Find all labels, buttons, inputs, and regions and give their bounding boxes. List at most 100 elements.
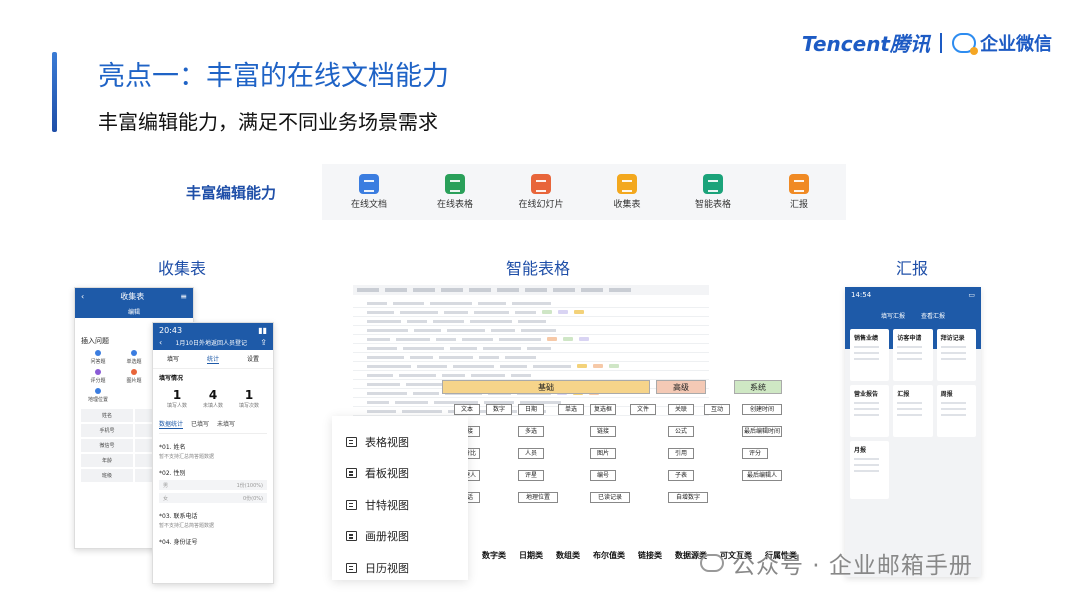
toolbar-button[interactable]	[441, 288, 463, 292]
field-type-chip[interactable]: 互动	[704, 404, 730, 415]
common-field-button[interactable]: 班级	[81, 469, 133, 482]
report-template-card[interactable]: 月报	[850, 441, 890, 499]
field-type-chip[interactable]: 评分	[742, 448, 768, 459]
table-row[interactable]	[353, 353, 709, 362]
text-placeholder-line	[897, 346, 923, 348]
table-row[interactable]	[353, 299, 709, 308]
field-type-chip[interactable]: 地理位置	[518, 492, 558, 503]
toolbar-button[interactable]	[469, 288, 491, 292]
question-type-item[interactable]: 问答题	[81, 350, 115, 365]
kanban-view-icon	[346, 468, 357, 479]
menu-icon[interactable]: ≡	[180, 292, 187, 301]
field-type-chip[interactable]: 关联	[668, 404, 694, 415]
question-title: *02. 性别	[159, 470, 186, 477]
report-template-card[interactable]: 拜访记录	[936, 329, 976, 381]
field-type-chip[interactable]: 引用	[668, 448, 694, 459]
detail-tab[interactable]: 未填写	[217, 419, 235, 429]
table-row[interactable]	[353, 317, 709, 326]
table-cell	[453, 364, 494, 368]
question-type-label: 单选题	[126, 359, 142, 365]
toolbar-button[interactable]	[497, 288, 519, 292]
question-type-item[interactable]: 评分题	[81, 369, 115, 384]
common-field-button[interactable]: 手机号	[81, 424, 133, 437]
field-type-chip[interactable]: 子表	[668, 470, 694, 481]
report-tab[interactable]: 查看汇报	[921, 311, 945, 320]
capability-item[interactable]: 在线幻灯片	[501, 174, 581, 210]
field-type-chip[interactable]: 创建时间	[742, 404, 782, 415]
common-field-button[interactable]: 年龄	[81, 454, 133, 467]
common-field-button[interactable]: 姓名	[81, 409, 133, 422]
toolbar-button[interactable]	[581, 288, 603, 292]
question-type-item[interactable]: 图片题	[117, 369, 151, 384]
field-type-chip[interactable]: 已读记录	[590, 492, 630, 503]
field-type-chip[interactable]: 复选框	[590, 404, 616, 415]
field-type-chip[interactable]: 编号	[590, 470, 616, 481]
table-row[interactable]	[353, 308, 709, 317]
toolbar-button[interactable]	[357, 288, 379, 292]
detail-tab[interactable]: 数据统计	[159, 419, 184, 429]
table-row[interactable]	[353, 344, 709, 353]
common-field-button[interactable]: 微信号	[81, 439, 133, 452]
option-value: 1份(100%)	[236, 483, 263, 489]
view-option[interactable]: 看板视图	[346, 458, 454, 490]
field-type-chip[interactable]: 公式	[668, 426, 694, 437]
table-row[interactable]	[353, 326, 709, 335]
capability-item[interactable]: 在线表格	[415, 174, 495, 210]
field-type-chip[interactable]: 评星	[518, 470, 544, 481]
table-row[interactable]	[353, 335, 709, 344]
table-row[interactable]	[353, 362, 709, 371]
table-cell	[393, 301, 424, 305]
detail-tab[interactable]: 已填写	[191, 419, 209, 429]
toolbar-button[interactable]	[553, 288, 575, 292]
capability-item[interactable]: 智能表格	[673, 174, 753, 210]
field-category-label: 链接类	[638, 551, 662, 560]
field-type-chip[interactable]: 链接	[590, 426, 616, 437]
toolbar-button[interactable]	[385, 288, 407, 292]
field-type-chip[interactable]: 人员	[518, 448, 544, 459]
view-option[interactable]: 表格视图	[346, 426, 454, 458]
view-option[interactable]: 画册视图	[346, 521, 454, 553]
field-type-chip[interactable]: 图片	[590, 448, 616, 459]
capability-label: 在线文档	[350, 200, 387, 210]
table-cell	[470, 319, 512, 323]
field-type-chip[interactable]: 单选	[558, 404, 584, 415]
report-template-card[interactable]: 周报	[936, 385, 976, 437]
back-arrow-icon[interactable]: ‹	[81, 292, 84, 301]
back-arrow-icon[interactable]: ‹	[159, 338, 162, 347]
table-cell	[367, 409, 396, 413]
report-template-card[interactable]: 销售业绩	[850, 329, 890, 381]
question-type-item[interactable]: 单选题	[117, 350, 151, 365]
form-tab[interactable]: 填写	[167, 354, 179, 364]
field-type-chip[interactable]: 数字	[486, 404, 512, 415]
text-placeholder-line	[897, 358, 923, 360]
report-tab[interactable]: 填写汇报	[881, 311, 905, 320]
table-cell	[518, 319, 546, 323]
field-type-chip[interactable]: 多选	[518, 426, 544, 437]
capability-item[interactable]: 收集表	[587, 174, 667, 210]
field-type-chip[interactable]: 文本	[454, 404, 480, 415]
question-type-item[interactable]: 地理位置	[81, 388, 115, 403]
toolbar-button[interactable]	[525, 288, 547, 292]
report-template-card[interactable]: 访客申请	[893, 329, 933, 381]
field-type-chip[interactable]: 最后编辑人	[742, 470, 782, 481]
table-row[interactable]	[353, 371, 709, 380]
report-template-card[interactable]: 营业报告	[850, 385, 890, 437]
option-label: 男	[163, 483, 169, 489]
share-icon[interactable]: ⇪	[260, 338, 267, 347]
capability-item[interactable]: 在线文档	[329, 174, 409, 210]
table-cell	[367, 346, 397, 350]
form-phone-back-tab[interactable]: 编辑	[75, 305, 193, 318]
form-tab[interactable]: 统计	[206, 354, 219, 364]
toolbar-button[interactable]	[413, 288, 435, 292]
toolbar-button[interactable]	[609, 288, 631, 292]
view-option[interactable]: 日历视图	[346, 552, 454, 584]
text-placeholder-line	[897, 352, 923, 354]
field-type-chip[interactable]: 自增数字	[668, 492, 708, 503]
field-type-chip[interactable]: 日期	[518, 404, 544, 415]
capability-item[interactable]: 汇报	[759, 174, 839, 210]
view-option[interactable]: 甘特视图	[346, 489, 454, 521]
report-template-card[interactable]: 汇报	[893, 385, 933, 437]
form-tab[interactable]: 设置	[247, 354, 259, 364]
field-type-chip[interactable]: 文件	[630, 404, 656, 415]
field-type-chip[interactable]: 最后编辑时间	[742, 426, 782, 437]
